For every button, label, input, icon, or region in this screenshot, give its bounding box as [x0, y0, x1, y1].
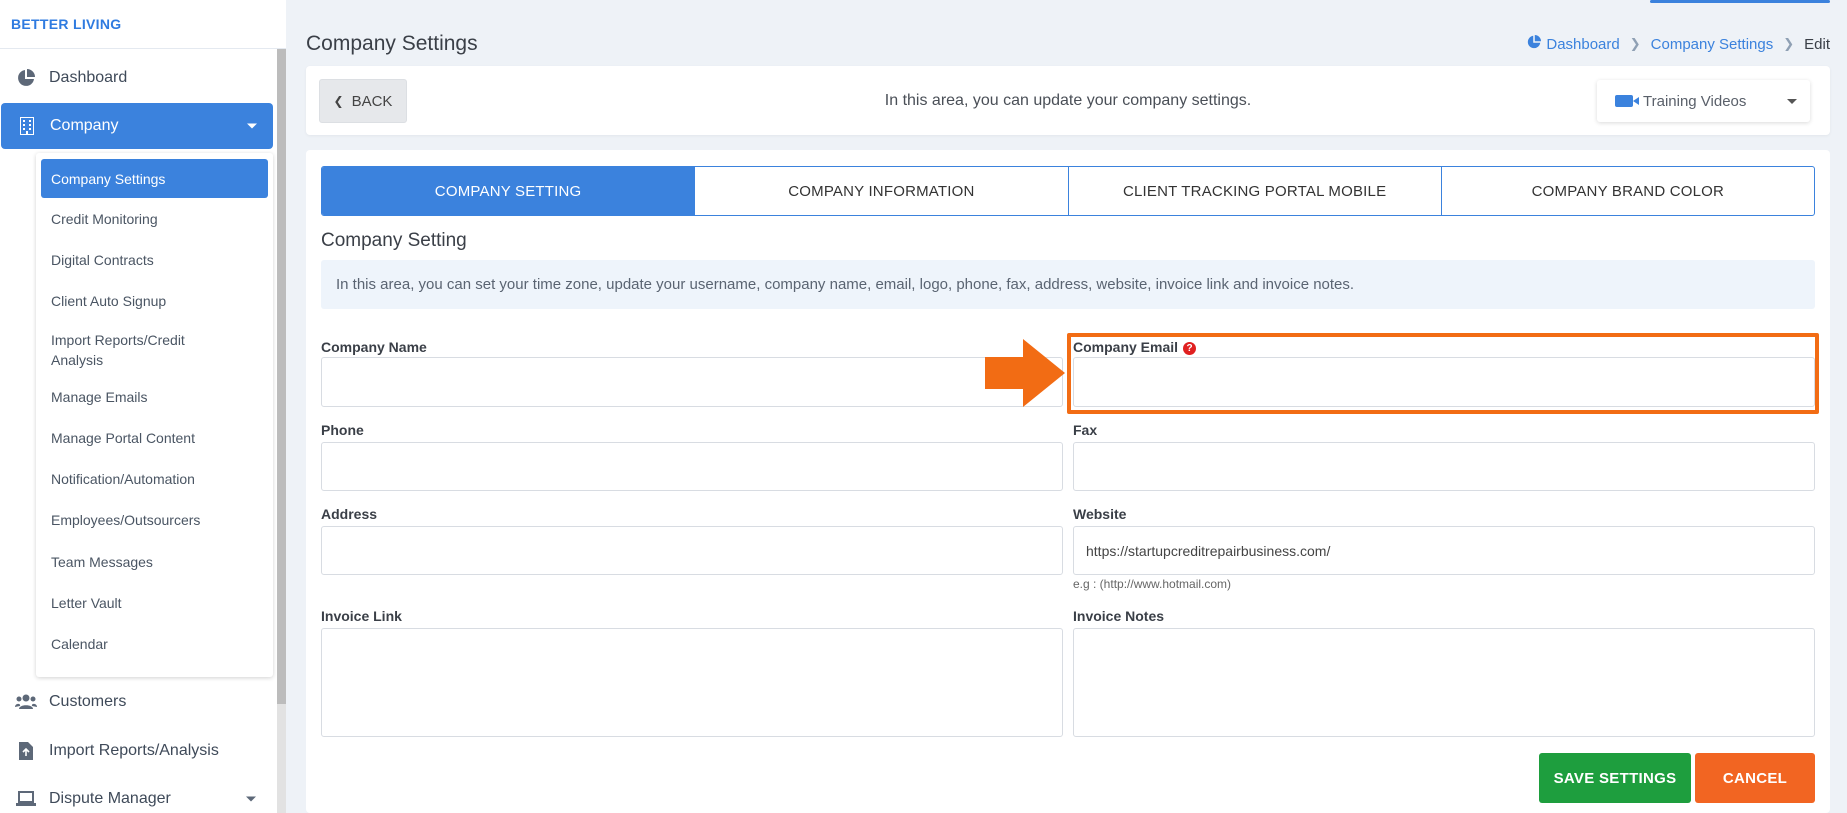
submenu-item-notification-automation[interactable]: Notification/Automation — [41, 460, 268, 498]
brand-logo[interactable]: BETTER LIVING — [0, 0, 286, 49]
submenu-item-team-messages[interactable]: Team Messages — [41, 543, 268, 581]
top-accent-bar — [1650, 0, 1830, 3]
phone-label: Phone — [321, 422, 364, 438]
invoice-link-label: Invoice Link — [321, 608, 402, 624]
chevron-right-icon: ❯ — [1783, 36, 1795, 51]
building-icon — [16, 117, 38, 135]
sidebar-item-label: Company — [50, 117, 119, 134]
submenu-item-manage-portal-content[interactable]: Manage Portal Content — [41, 419, 268, 457]
invoice-link-textarea[interactable] — [321, 628, 1063, 737]
breadcrumb-company-settings[interactable]: Company Settings — [1651, 36, 1774, 53]
training-videos-label: Training Videos — [1643, 92, 1747, 110]
website-label: Website — [1073, 506, 1127, 522]
save-settings-button[interactable]: SAVE SETTINGS — [1539, 753, 1691, 803]
website-hint: e.g : (http://www.hotmail.com) — [1073, 577, 1232, 591]
section-title: Company Setting — [321, 230, 467, 251]
phone-input[interactable] — [321, 442, 1063, 491]
sidebar-item-company[interactable]: Company — [1, 103, 273, 149]
company-email-input[interactable] — [1073, 357, 1815, 407]
fax-label: Fax — [1073, 422, 1098, 438]
address-label: Address — [321, 506, 378, 522]
company-email-label: Company Email? — [1073, 339, 1197, 355]
back-button-label: BACK — [351, 92, 393, 110]
submenu-item-employees[interactable]: Employees/Outsourcers — [41, 501, 268, 539]
question-circle-icon[interactable]: ? — [1183, 342, 1197, 355]
sidebar-item-customers[interactable]: Customers — [0, 679, 272, 725]
pie-chart-icon — [1527, 35, 1542, 53]
laptop-icon — [15, 791, 37, 807]
back-button[interactable]: ❮ BACK — [319, 79, 407, 123]
website-input[interactable] — [1073, 526, 1815, 575]
company-name-label: Company Name — [321, 339, 427, 355]
address-input[interactable] — [321, 526, 1063, 575]
invoice-notes-textarea[interactable] — [1073, 628, 1815, 737]
sidebar-item-label: Import Reports/Analysis — [49, 742, 219, 759]
chevron-right-icon: ❯ — [1629, 36, 1641, 51]
submenu-item-digital-contracts[interactable]: Digital Contracts — [41, 241, 268, 279]
page-title: Company Settings — [306, 32, 478, 55]
tab-company-brand-color[interactable]: COMPANY BRAND COLOR — [1442, 167, 1814, 215]
breadcrumb-dashboard[interactable]: Dashboard — [1546, 36, 1619, 53]
video-camera-icon — [1615, 95, 1639, 107]
caret-down-icon — [247, 123, 257, 129]
tab-client-tracking-portal-mobile[interactable]: CLIENT TRACKING PORTAL MOBILE — [1069, 167, 1442, 215]
sidebar-scrollbar-thumb[interactable] — [277, 49, 286, 704]
cancel-button[interactable]: CANCEL — [1695, 753, 1815, 803]
sidebar-item-import-reports[interactable]: Import Reports/Analysis — [0, 728, 272, 774]
sidebar-item-label: Customers — [49, 693, 127, 710]
sidebar-item-dispute-manager[interactable]: Dispute Manager — [0, 776, 272, 813]
submenu-item-calendar[interactable]: Calendar — [41, 625, 268, 663]
company-submenu: Company Settings Credit Monitoring Digit… — [36, 153, 273, 677]
users-icon — [15, 694, 37, 710]
fax-input[interactable] — [1073, 442, 1815, 491]
submenu-item-import-reports[interactable]: Import Reports/Credit Analysis — [41, 327, 231, 373]
submenu-item-letter-vault[interactable]: Letter Vault — [41, 584, 268, 622]
sidebar: BETTER LIVING Dashboard Company Company … — [0, 0, 286, 813]
submenu-item-client-auto-signup[interactable]: Client Auto Signup — [41, 282, 268, 320]
file-import-icon — [15, 742, 37, 760]
settings-tabs: COMPANY SETTING COMPANY INFORMATION CLIE… — [321, 166, 1815, 216]
submenu-item-credit-monitoring[interactable]: Credit Monitoring — [41, 200, 268, 238]
invoice-notes-label: Invoice Notes — [1073, 608, 1165, 624]
sidebar-item-label: Dispute Manager — [49, 790, 171, 807]
action-bar: In this area, you can update your compan… — [306, 66, 1830, 135]
submenu-item-manage-emails[interactable]: Manage Emails — [41, 378, 268, 416]
arrow-right-icon — [985, 339, 1065, 407]
caret-down-icon — [246, 796, 256, 802]
chevron-left-icon: ❮ — [333, 94, 344, 108]
breadcrumb-current: Edit — [1804, 35, 1830, 53]
training-videos-dropdown[interactable]: Training Videos — [1597, 80, 1810, 122]
sidebar-item-dashboard[interactable]: Dashboard — [0, 55, 272, 101]
tab-company-setting[interactable]: COMPANY SETTING — [322, 167, 696, 215]
caret-down-icon — [1787, 99, 1797, 104]
pie-chart-icon — [15, 69, 37, 87]
breadcrumb: Dashboard ❯ Company Settings ❯ Edit — [1527, 35, 1830, 53]
sidebar-item-label: Dashboard — [49, 69, 128, 86]
tab-company-information[interactable]: COMPANY INFORMATION — [695, 167, 1069, 215]
submenu-item-company-settings[interactable]: Company Settings — [41, 159, 268, 198]
info-box: In this area, you can set your time zone… — [321, 260, 1815, 309]
company-name-input[interactable] — [321, 357, 1063, 407]
